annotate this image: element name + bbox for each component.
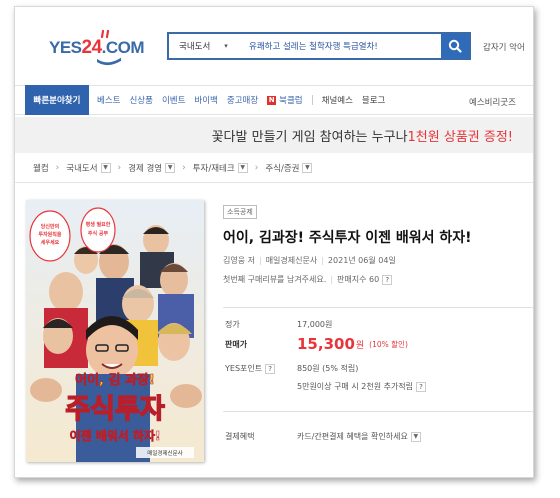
banner-highlight: 1천원 상품권 증정! [407,129,513,145]
event-banner[interactable]: 꽃다발 만들기 게임 참여하는 누구나 1천원 상품권 증정! [15,117,533,153]
nav-item-best[interactable]: 베스트 [97,94,120,106]
chevron-right-icon: › [117,162,122,173]
chevron-right-icon: › [254,162,259,173]
breadcrumb-label: 국내도서 [66,163,98,174]
breadcrumb-economy[interactable]: 경제 경영 ▼ [128,162,176,174]
review-prompt-link[interactable]: 첫번째 구매리뷰를 남겨주세요. [223,274,326,285]
sale-price-unit: 원 [355,340,365,351]
book-club-label: 북클럽 [279,96,303,106]
nav-item-used-store[interactable]: 중고매장 [227,94,258,106]
product-info: 소득공제 어이, 김과장! 주식투자 이젠 배워서 하자! 김영웅 저 | 매일경제… [223,205,533,285]
chevron-right-icon: › [182,162,186,173]
search-icon [448,39,462,53]
svg-text:세우세요: 세우세요 [41,239,60,246]
nav-item-event[interactable]: 이벤트 [162,94,185,106]
search-bar: 국내도서 ▾ [167,32,471,60]
book-club-badge: N [267,95,277,105]
extra-points-text: 5만원이상 구매 시 2천원 추가적립 [297,382,414,391]
chevron-down-icon[interactable]: ▼ [100,162,111,173]
help-icon[interactable]: ? [382,274,393,285]
chevron-down-icon[interactable]: ▼ [165,162,176,173]
divider [223,307,533,308]
yes24-logo[interactable]: YES24.COM [49,29,159,69]
points-label: YES포인트 [225,364,263,373]
breadcrumb-welcome[interactable]: 웰컴 [33,162,49,174]
publisher-link[interactable]: 매일경제신문사 [266,256,318,265]
breadcrumb-label: 투자/재테크 [192,163,235,174]
list-price-value: 17,000원 [297,320,333,329]
search-button[interactable] [441,34,469,58]
sale-price-row: 판매가 15,300 원 (10% 할인) [225,335,408,353]
list-price-label: 정가 [225,320,240,329]
list-price-row: 정가 17,000원 [225,319,332,330]
category-finder-button[interactable]: 빠른분야찾기 [25,85,89,115]
extra-points-row: 5만원이상 구매 시 2천원 추가적립 ? [225,381,427,392]
cover-title-line3: 이젠 배워서 하자! [69,428,160,443]
svg-text:주식 공부: 주식 공부 [88,230,109,237]
payment-benefit-label: 결제혜택 [225,432,255,441]
points-row: YES포인트 ? 850원 (5% 적립) [225,363,358,374]
publish-date: 2021년 06월 04일 [327,256,396,265]
nav-item-buyback[interactable]: 바이백 [194,94,217,106]
nav-right-link[interactable]: 예스비리굿즈 [469,96,516,108]
product-title: 어이, 김과장! 주식투자 이젠 배워서 하자! [223,230,472,246]
search-scope-select[interactable]: 국내도서 ▾ [169,34,239,58]
nav-item-new[interactable]: 신상품 [129,94,152,106]
search-scope-label: 국내도서 [179,42,211,52]
cover-title-line1: 어이, 김 과장! [75,372,155,388]
help-icon[interactable]: ? [265,363,276,374]
breadcrumb-investment[interactable]: 투자/재테크 ▼ [193,162,248,174]
nav-item-channel-yes[interactable]: 채널예스 [322,94,353,106]
site-header: YES24.COM 국내도서 ▾ 갑자기 악어 [15,7,533,83]
payment-benefit-text[interactable]: 카드/간편결제 혜택을 확인하세요 [297,431,408,442]
chevron-down-icon[interactable]: ▼ [410,431,421,442]
tax-deduction-badge: 소득공제 [223,205,257,219]
breadcrumb-stocks[interactable]: 주식/증권 ▼ [265,162,313,174]
nav-item-blog[interactable]: 블로그 [362,94,385,106]
cover-title-line2: 주식투자 [65,394,165,425]
svg-text:투자원칙을: 투자원칙을 [38,231,61,238]
points-value: 850원 (5% 적립) [297,364,359,373]
help-icon[interactable]: ? [416,381,427,392]
book-cover-image[interactable]: 당신만의 투자원칙을 세우세요 평생 필요한 주식 공부 어이, 김 과장! 주… [26,200,204,462]
breadcrumb-label: 웰컴 [33,163,49,174]
breadcrumb: 웰컴 › 국내도서 ▼ › 경제 경영 ▼ › 투자/재테크 ▼ › 주식/증권… [15,153,533,183]
sales-index: 판매지수 60 [337,275,380,284]
chevron-right-icon: › [55,162,60,173]
browser-page: YES24.COM 국내도서 ▾ 갑자기 악어 빠른분야찾기 베스트 신상품 이… [14,6,534,478]
chevron-down-icon[interactable]: ▼ [302,162,313,173]
divider [223,411,533,412]
nav-item-book-club[interactable]: N 북클럽 [267,94,303,106]
cover-art: 당신만의 투자원칙을 세우세요 평생 필요한 주식 공부 어이, 김 과장! 주… [26,200,204,462]
cover-publisher: 매일경제신문사 [147,449,182,457]
chevron-down-icon: ▾ [224,42,228,50]
points-label-wrap: YES포인트 ? [225,363,297,374]
search-input[interactable] [239,41,441,51]
product-meta: 김영웅 저 | 매일경제신문사 | 2021년 06월 04일 [223,256,396,265]
payment-benefit-row: 결제혜택 카드/간편결제 혜택을 확인하세요 ▼ [225,431,421,442]
logo-text: YES24.COM [49,37,145,58]
sale-price-value: 15,300 [297,335,355,353]
nav-divider [311,95,313,105]
author-link[interactable]: 김영웅 저 [223,256,255,265]
sale-price-label: 판매가 [225,339,248,349]
svg-text:당신만의: 당신만의 [41,223,60,230]
breadcrumb-label: 주식/증권 [265,163,300,174]
breadcrumb-domestic-books[interactable]: 국내도서 ▼ [66,162,111,174]
main-nav: 빠른분야찾기 베스트 신상품 이벤트 바이백 중고매장 N 북클럽 채널예스 블… [15,85,533,115]
review-row: 첫번째 구매리뷰를 남겨주세요. | 판매지수 60 ? [223,274,533,285]
breadcrumb-label: 경제 경영 [128,163,163,174]
header-right-text[interactable]: 갑자기 악어 [483,41,525,53]
banner-text: 꽃다발 만들기 게임 참여하는 누구나 [211,129,408,145]
chevron-down-icon[interactable]: ▼ [237,162,248,173]
svg-text:평생 필요한: 평생 필요한 [86,221,111,228]
discount-rate: (10% 할인) [369,339,408,349]
